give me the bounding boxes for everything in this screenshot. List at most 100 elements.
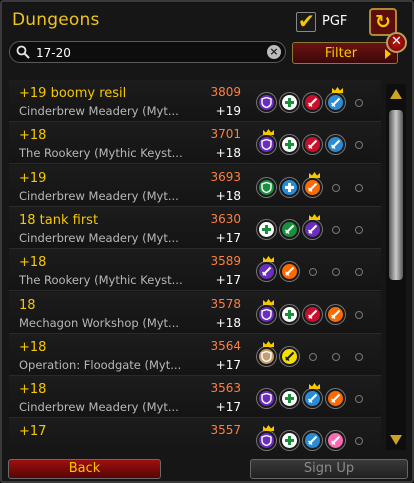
sword-icon xyxy=(303,304,322,324)
shield-icon xyxy=(257,298,276,324)
empty-slot-icon xyxy=(332,352,340,361)
shield-icon xyxy=(257,177,276,197)
empty-slot-icon xyxy=(332,268,340,277)
empty-slot-icon xyxy=(355,395,363,404)
sword-icon xyxy=(326,135,345,155)
group-name: +19 boomy resil xyxy=(19,86,127,101)
leader-crown-icon xyxy=(309,171,320,178)
empty-slot-icon xyxy=(355,141,363,150)
healer-cross-icon xyxy=(280,177,299,197)
leader-crown-icon xyxy=(263,256,274,263)
healer-cross-icon xyxy=(280,389,299,409)
healer-cross-icon xyxy=(280,304,299,324)
list-item[interactable]: 18 Mechagon Workshop (Myt... 3578 +18 xyxy=(9,291,381,334)
shield-icon xyxy=(257,93,276,112)
sword-icon xyxy=(303,93,322,112)
checkmark-icon: ✔ xyxy=(298,9,315,33)
sword-icon xyxy=(280,219,299,239)
leader-crown-icon xyxy=(263,129,274,136)
pgf-label: PGF xyxy=(322,14,348,29)
dungeon-name: Cinderbrew Meadery (Myt... xyxy=(19,104,179,118)
list-item[interactable]: +19 boomy resil Cinderbrew Meadery (Myt..… xyxy=(9,80,381,122)
leader-score: 3557 xyxy=(210,423,241,438)
group-name: +18 xyxy=(19,382,47,398)
sword-icon xyxy=(257,256,276,282)
leader-crown-icon xyxy=(309,213,320,220)
sword-icon xyxy=(303,213,322,239)
empty-slot-icon xyxy=(332,183,340,192)
key-level: +17 xyxy=(215,400,241,415)
empty-slot-icon xyxy=(355,99,363,107)
leader-score: 3564 xyxy=(210,338,241,353)
leader-crown-icon xyxy=(263,298,274,305)
healer-cross-icon xyxy=(280,93,299,112)
leader-score: 3630 xyxy=(210,211,241,226)
key-level: +17 xyxy=(215,273,241,288)
leader-score: 3693 xyxy=(210,169,241,184)
sword-icon xyxy=(303,135,322,155)
sign-up-button[interactable]: Sign Up xyxy=(250,459,408,479)
empty-slot-icon xyxy=(355,225,363,234)
filter-button-label: Filter xyxy=(324,46,358,61)
sword-icon xyxy=(280,346,299,366)
dungeon-name: Cinderbrew Meadery (Myt... xyxy=(19,230,179,245)
close-button[interactable]: ✕ xyxy=(386,32,407,53)
sword-icon xyxy=(326,304,345,324)
key-level: +17 xyxy=(215,230,241,245)
leader-score: 3563 xyxy=(210,381,241,396)
shield-icon xyxy=(257,389,276,409)
key-level: +18 xyxy=(215,188,241,203)
sword-icon xyxy=(280,262,299,282)
pgf-checkbox[interactable]: ✔ xyxy=(296,9,316,33)
leader-crown-icon xyxy=(309,383,320,390)
list-item[interactable]: +18 The Rookery (Mythic Keyst... 3701 +18 xyxy=(9,122,381,165)
lfg-window: Dungeons ✔ PGF ↻ × Filter ✕ +19 boomy re… xyxy=(0,0,414,483)
scroll-up-icon[interactable] xyxy=(389,88,403,100)
empty-slot-icon xyxy=(355,183,363,192)
clear-search-button[interactable]: × xyxy=(267,45,281,59)
empty-slot-icon xyxy=(332,225,340,234)
empty-slot-icon xyxy=(355,268,363,277)
leader-score: 3589 xyxy=(210,254,241,269)
dungeon-name: The Rookery (Mythic Keyst... xyxy=(19,146,183,161)
scroll-thumb[interactable] xyxy=(389,110,403,280)
group-name: +19 xyxy=(19,170,47,186)
list-item[interactable]: 18 tank first Cinderbrew Meadery (Myt... 3… xyxy=(9,206,381,249)
key-level: +18 xyxy=(215,315,241,330)
leader-score: 3809 xyxy=(210,85,241,99)
group-name: 18 xyxy=(19,297,36,313)
back-button[interactable]: Back xyxy=(8,459,161,479)
dungeon-name: Operation: Floodgate (Myt... xyxy=(19,357,182,372)
search-input[interactable] xyxy=(36,44,266,61)
filter-button[interactable]: Filter xyxy=(292,42,398,64)
group-name: +18 xyxy=(19,255,47,271)
empty-slot-icon xyxy=(309,268,317,277)
leader-score: 3701 xyxy=(210,127,241,142)
leader-crown-icon xyxy=(332,87,343,93)
key-level: +19 xyxy=(215,104,241,118)
refresh-icon: ↻ xyxy=(375,10,391,33)
empty-slot-icon xyxy=(355,437,363,446)
sword-icon xyxy=(303,171,322,197)
dungeon-name: Cinderbrew Meadery (Myt... xyxy=(19,400,179,415)
group-name: +18 xyxy=(19,128,47,144)
list-item[interactable]: +18 Cinderbrew Meadery (Myt... 3563 +17 xyxy=(9,376,381,419)
group-name: +18 xyxy=(19,339,47,355)
healer-cross-icon xyxy=(257,219,276,239)
list-item[interactable]: +19 Cinderbrew Meadery (Myt... 3693 +18 xyxy=(9,164,381,207)
dungeon-name: Mechagon Workshop (Myt... xyxy=(19,315,180,330)
list-item[interactable]: +18 The Rookery (Mythic Keyst... 3589 +17 xyxy=(9,249,381,292)
sword-icon xyxy=(326,87,345,112)
shield-icon xyxy=(257,340,276,366)
empty-slot-icon xyxy=(355,310,363,319)
list-item[interactable]: +18 Operation: Floodgate (Myt... 3564 +17 xyxy=(9,333,381,376)
shield-icon xyxy=(257,129,276,155)
empty-slot-icon xyxy=(309,352,317,361)
window-title: Dungeons xyxy=(12,10,100,30)
list-item[interactable]: +17 3557 xyxy=(9,418,381,453)
sword-icon xyxy=(326,389,345,409)
leader-crown-icon xyxy=(263,425,274,432)
empty-slot-icon xyxy=(355,352,363,361)
scrollbar[interactable] xyxy=(386,84,406,450)
scroll-down-icon[interactable] xyxy=(389,434,403,446)
